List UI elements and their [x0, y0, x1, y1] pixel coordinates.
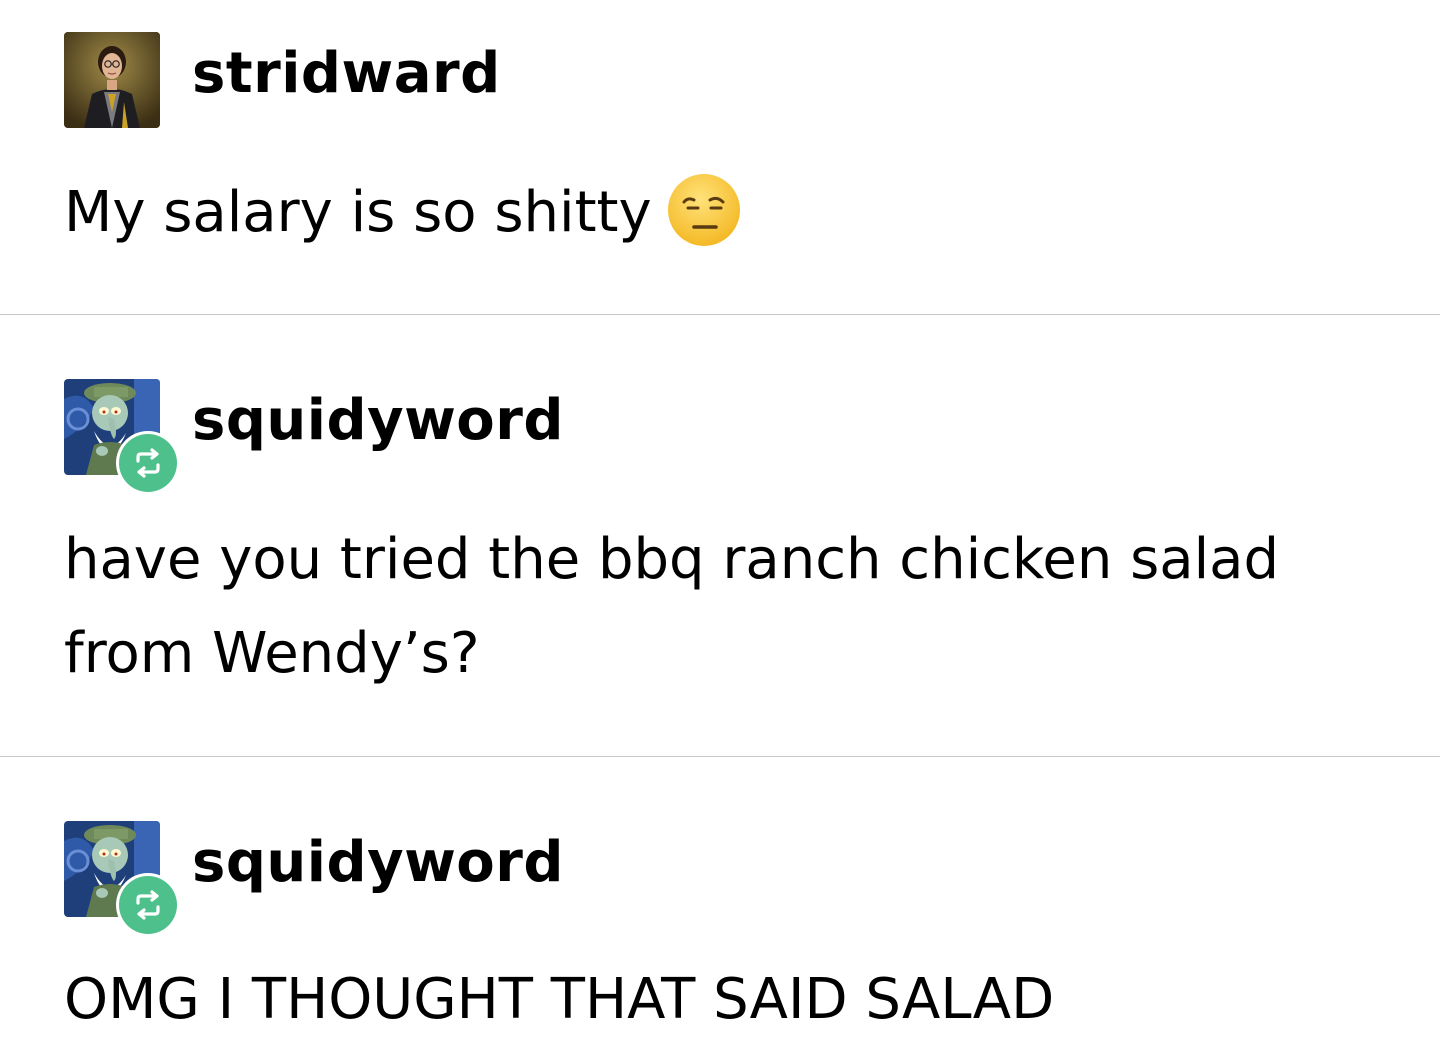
- reblog-badge: [116, 431, 180, 495]
- avatar-stridward[interactable]: [64, 32, 160, 128]
- post-squidyword-1: squidyword have you tried the bbq ranch …: [0, 315, 1440, 756]
- reblog-icon: [136, 890, 160, 920]
- post-body: My salary is so shitty: [64, 166, 1364, 260]
- avatar-squidyword[interactable]: [64, 379, 180, 495]
- post-text: have you tried the bbq ranch chicken sal…: [64, 527, 1280, 686]
- username[interactable]: squidyword: [192, 831, 564, 895]
- post-text: OMG I THOUGHT THAT SAID SALAD: [64, 967, 1055, 1032]
- username[interactable]: squidyword: [192, 389, 564, 453]
- wizard-student-avatar-icon: [64, 32, 160, 128]
- username[interactable]: stridward: [192, 42, 501, 106]
- reblog-badge: [116, 873, 180, 937]
- post-squidyword-2: squidyword OMG I THOUGHT THAT SAID SALAD: [0, 757, 1440, 1056]
- unamused-face-emoji-icon: [667, 173, 740, 246]
- reblog-icon: [136, 448, 160, 478]
- post-stridward: stridward My salary is so shitty: [0, 0, 1440, 314]
- post-text: My salary is so shitty: [64, 180, 652, 245]
- avatar-squidyword[interactable]: [64, 821, 180, 937]
